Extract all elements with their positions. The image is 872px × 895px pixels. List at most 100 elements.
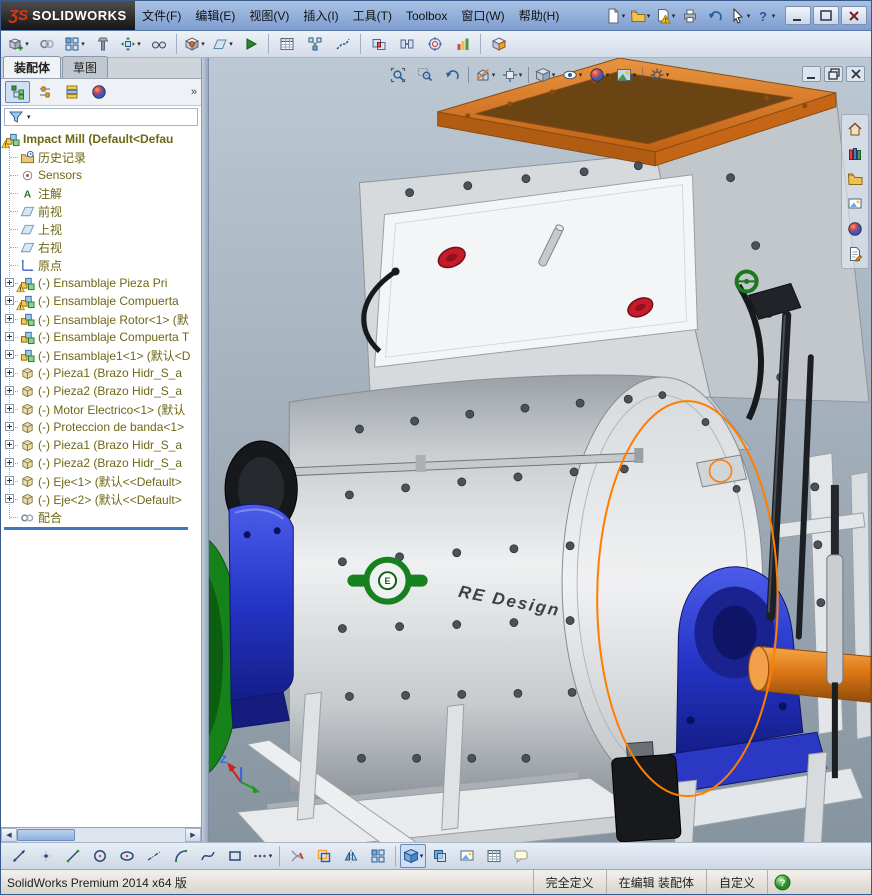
new-motion-study-button[interactable] (237, 32, 264, 56)
close-button[interactable] (841, 6, 867, 25)
sketch-tab[interactable]: 草图 (62, 56, 109, 78)
close-document-button[interactable] (846, 66, 865, 82)
tree-item[interactable]: (-) Ensamblaje Compuerta T (3, 328, 201, 346)
zoom-to-fit-button[interactable] (385, 64, 411, 86)
quick-tips-icon[interactable]: ? (767, 870, 797, 894)
display-manager-button[interactable] (86, 81, 111, 103)
sketch-spline-button[interactable] (195, 844, 221, 868)
comment-button[interactable] (508, 844, 534, 868)
impact-mill-model[interactable]: E RE Design Z (209, 58, 871, 842)
tree-item[interactable]: (-) Proteccion de banda<1> (3, 418, 201, 436)
file-explorer-button[interactable] (844, 168, 866, 190)
minimize-document-button[interactable] (802, 66, 821, 82)
tree-item[interactable]: 历史记录 (3, 148, 201, 166)
explode-line-sketch-button[interactable] (329, 32, 356, 56)
expand-plus-icon[interactable] (5, 350, 14, 359)
save-button[interactable]: ▾ (653, 5, 677, 27)
display-style-button[interactable]: ▾ (532, 64, 558, 86)
tree-item[interactable]: (-) Ensamblaje Compuerta (3, 292, 201, 310)
insert-components-button[interactable]: ▾ (5, 32, 32, 56)
smart-fasteners-button[interactable] (89, 32, 116, 56)
panel-splitter[interactable] (202, 58, 209, 842)
sketch-line-button[interactable] (60, 844, 86, 868)
show-hidden-components-button[interactable] (145, 32, 172, 56)
bill-of-materials-button[interactable] (273, 32, 300, 56)
exploded-view-button[interactable] (301, 32, 328, 56)
sketch-arc-button[interactable] (168, 844, 194, 868)
minimize-button[interactable] (785, 6, 811, 25)
expand-plus-icon[interactable] (5, 404, 14, 413)
tree-item[interactable]: Sensors (3, 166, 201, 184)
expand-plus-icon[interactable] (5, 368, 14, 377)
render-image-button[interactable] (454, 844, 480, 868)
menu-window[interactable]: 窗口(W) (454, 4, 511, 27)
view-settings-button[interactable]: ▾ (646, 64, 672, 86)
hide-show-items-button[interactable]: ▾ (559, 64, 585, 86)
property-manager-button[interactable] (32, 81, 57, 103)
menu-edit[interactable]: 编辑(E) (188, 4, 242, 27)
scroll-left-button[interactable]: ◀ (1, 828, 17, 842)
tree-item[interactable]: (-) Ensamblaje Rotor<1> (默 (3, 310, 201, 328)
menu-help[interactable]: 帮助(H) (512, 4, 567, 27)
expand-plus-icon[interactable] (5, 278, 14, 287)
new-document-button[interactable]: ▾ (603, 5, 627, 27)
tree-item[interactable]: 原点 (3, 256, 201, 274)
menu-view[interactable]: 视图(V) (242, 4, 296, 27)
expand-plus-icon[interactable] (5, 386, 14, 395)
tree-item[interactable]: (-) Pieza1 (Brazo Hidr_S_a (3, 436, 201, 454)
open-button[interactable]: ▾ (628, 5, 652, 27)
filter-funnel-icon[interactable] (8, 109, 24, 125)
tree-item[interactable]: (-) Ensamblaje Pieza Pri (3, 274, 201, 292)
smart-dimension-button[interactable] (6, 844, 32, 868)
linear-sketch-pattern-button[interactable] (365, 844, 391, 868)
tree-item[interactable]: 配合 (3, 508, 201, 526)
menu-tools[interactable]: 工具(T) (346, 4, 399, 27)
expand-plus-icon[interactable] (5, 422, 14, 431)
design-library-button[interactable] (844, 143, 866, 165)
overflow-chevron-icon[interactable]: » (191, 86, 197, 98)
expand-plus-icon[interactable] (5, 296, 14, 305)
custom-properties-button[interactable] (844, 243, 866, 265)
restore-document-button[interactable] (824, 66, 843, 82)
apply-scene-button[interactable]: ▾ (613, 64, 639, 86)
previous-view-button[interactable] (439, 64, 465, 86)
maximize-button[interactable] (813, 6, 839, 25)
assembly-features-button[interactable]: ▾ (181, 32, 208, 56)
tree-item[interactable]: (-) Ensamblaje1<1> (默认<D (3, 346, 201, 364)
filter-input[interactable] (32, 110, 194, 124)
tree-item[interactable]: 右视 (3, 238, 201, 256)
instant-3d-button[interactable] (485, 32, 512, 56)
configuration-manager-button[interactable] (59, 81, 84, 103)
expand-plus-icon[interactable] (5, 440, 14, 449)
mirror-entities-button[interactable] (338, 844, 364, 868)
tree-item-root[interactable]: Impact Mill (Default<Defau (1, 130, 201, 148)
tree-item[interactable]: (-) Eje<1> (默认<<Default> (3, 472, 201, 490)
filter-dropdown-icon[interactable]: ▾ (27, 113, 31, 121)
tree-item[interactable]: 前视 (3, 202, 201, 220)
appearances-scenes-button[interactable] (844, 218, 866, 240)
linear-component-pattern-button[interactable]: ▾ (61, 32, 88, 56)
sketch-point-button[interactable] (33, 844, 59, 868)
move-component-button[interactable]: ▾ (117, 32, 144, 56)
clearance-verification-button[interactable] (393, 32, 420, 56)
expand-plus-icon[interactable] (5, 494, 14, 503)
view-orientation-button[interactable]: ▾ (499, 64, 525, 86)
zoom-to-area-button[interactable] (412, 64, 438, 86)
tree-item[interactable]: (-) Eje<2> (默认<<Default> (3, 490, 201, 508)
graphics-area[interactable]: E RE Design Z ▾ ▾ ▾ ▾ ▾ ▾ ▾ (209, 58, 871, 842)
interference-detection-button[interactable] (365, 32, 392, 56)
feature-manager-button[interactable] (5, 81, 30, 103)
tree-item[interactable]: 上视 (3, 220, 201, 238)
select-button[interactable]: ▾ (728, 5, 752, 27)
scroll-right-button[interactable]: ▶ (185, 828, 201, 842)
solidworks-resources-button[interactable] (844, 118, 866, 140)
tree-item[interactable]: A 注解 (3, 184, 201, 202)
tree-horizontal-scrollbar[interactable]: ◀ ▶ (1, 827, 201, 842)
menu-file[interactable]: 文件(F) (135, 4, 188, 27)
edit-component-button[interactable]: ▾ (400, 844, 426, 868)
convert-entities-button[interactable] (311, 844, 337, 868)
reference-geometry-button[interactable]: ▾ (209, 32, 236, 56)
help-button[interactable]: ? ▾ (753, 5, 777, 27)
undo-button[interactable] (703, 5, 727, 27)
rollback-bar[interactable] (4, 527, 188, 530)
